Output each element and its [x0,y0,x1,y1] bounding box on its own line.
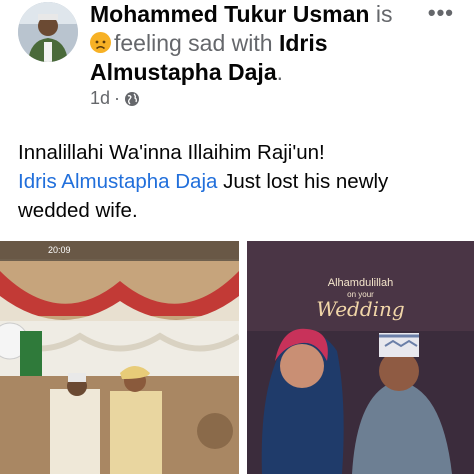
mentioned-user[interactable]: Idris Almustapha Daja [18,170,217,193]
phone-status-bar: 20:09 [0,241,239,261]
feeling-text: feeling sad with [114,30,273,56]
sad-face-icon [90,32,111,53]
banner-main-text: Wedding [316,297,405,321]
status-time: 20:09 [48,245,71,255]
avatar-image [18,2,78,62]
author-avatar[interactable] [18,2,78,62]
more-options-icon[interactable]: ••• [428,0,454,26]
author-connector: is [375,1,393,27]
banner-top-text: Alhamdulillah [327,277,394,289]
couple-event-image [0,241,239,474]
meta-separator: · [114,88,121,108]
header-period: . [276,59,283,85]
photo-couple-event[interactable]: 20:09 [0,241,239,474]
wedding-banner-image [247,241,474,474]
post-time[interactable]: 1d [90,88,110,109]
globe-icon[interactable] [124,91,140,107]
post-body: Innalillahi Wa'inna Illaihim Raji'un! Id… [18,138,464,225]
post-meta: 1d · [90,88,140,109]
post-line-1: Innalillahi Wa'inna Illaihim Raji'un! [18,141,325,164]
photo-wedding-banner[interactable]: Alhamdulillah on your Wedding [247,241,474,474]
author-name[interactable]: Mohammed Tukur Usman [90,1,369,27]
post-header: Mohammed Tukur Usman is feeling sad with… [90,0,430,87]
post-line-2: Idris Almustapha Daja Just lost his newl… [18,167,464,225]
